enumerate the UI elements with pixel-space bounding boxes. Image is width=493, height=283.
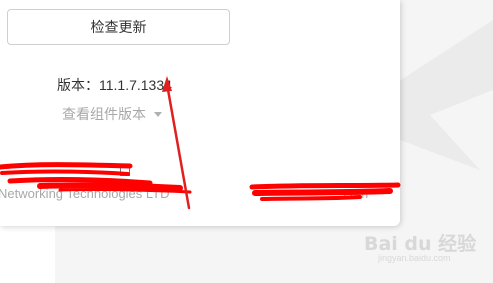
company-text-right: .com [340,186,369,201]
chevron-down-icon [154,111,162,117]
watermark-url: jingyan.baidu.com [378,253,451,263]
check-update-button[interactable]: 检查更新 [7,9,230,45]
version-label: 版本： [57,77,99,93]
version-info: 版本：11.1.7.1334 [57,75,172,95]
view-components-link[interactable]: 查看组件版本 [62,104,162,124]
update-panel: 检查更新 版本：11.1.7.1334 查看组件版本 Networking Te… [0,0,400,226]
company-text: Networking Technologies LTD [0,186,170,201]
agreement-checkbox[interactable] [120,166,130,176]
watermark-logo: Bai du 经验 [364,233,477,255]
check-update-label: 检查更新 [90,19,147,35]
version-number: 11.1.7.1334 [99,77,172,93]
baidu-watermark: Bai du 经验 jingyan.baidu.com [364,229,476,269]
view-components-label: 查看组件版本 [62,106,146,122]
